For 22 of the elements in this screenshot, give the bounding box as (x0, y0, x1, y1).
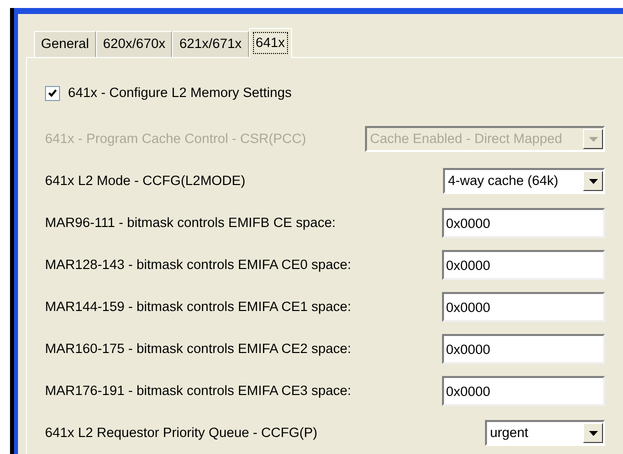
tab[interactable]: 621x/671x (172, 31, 249, 57)
dropdown[interactable]: 4-way cache (64k) (443, 168, 605, 194)
setting-label: 641x L2 Requestor Priority Queue - CCFG(P) (45, 424, 318, 442)
setting-label: MAR144-159 - bitmask controls EMIFA CE1 space: (45, 298, 352, 316)
setting-label: MAR96-111 - bitmask controls EMIFB CE space: (45, 214, 336, 232)
setting-label: MAR160-175 - bitmask controls EMIFA CE2 space: (45, 340, 352, 358)
setting-label: 641x - Program Cache Control - CSR(PCC) (45, 130, 306, 148)
input-field[interactable]: 0x0000 (442, 250, 605, 280)
tab[interactable]: 620x/670x (96, 31, 172, 57)
checkbox[interactable] (45, 86, 60, 100)
setting-label: MAR128-143 - bitmask controls EMIFA CE0 space: (45, 256, 352, 274)
tab[interactable]: General (34, 31, 96, 57)
input-field[interactable]: 0x0000 (442, 208, 605, 238)
checkbox-label: 641x - Configure L2 Memory Settings (68, 84, 292, 102)
checkmark-icon (48, 89, 57, 97)
setting-label: MAR176-191 - bitmask controls EMIFA CE3 space: (45, 382, 352, 400)
tab[interactable]: 641x (248, 28, 292, 58)
input-field[interactable]: 0x0000 (442, 334, 605, 364)
input-field[interactable]: 0x0000 (442, 376, 605, 406)
setting-label: 641x L2 Mode - CCFG(L2MODE) (45, 172, 246, 190)
input-field[interactable]: 0x0000 (442, 292, 605, 322)
dropdown[interactable]: urgent (485, 420, 605, 446)
